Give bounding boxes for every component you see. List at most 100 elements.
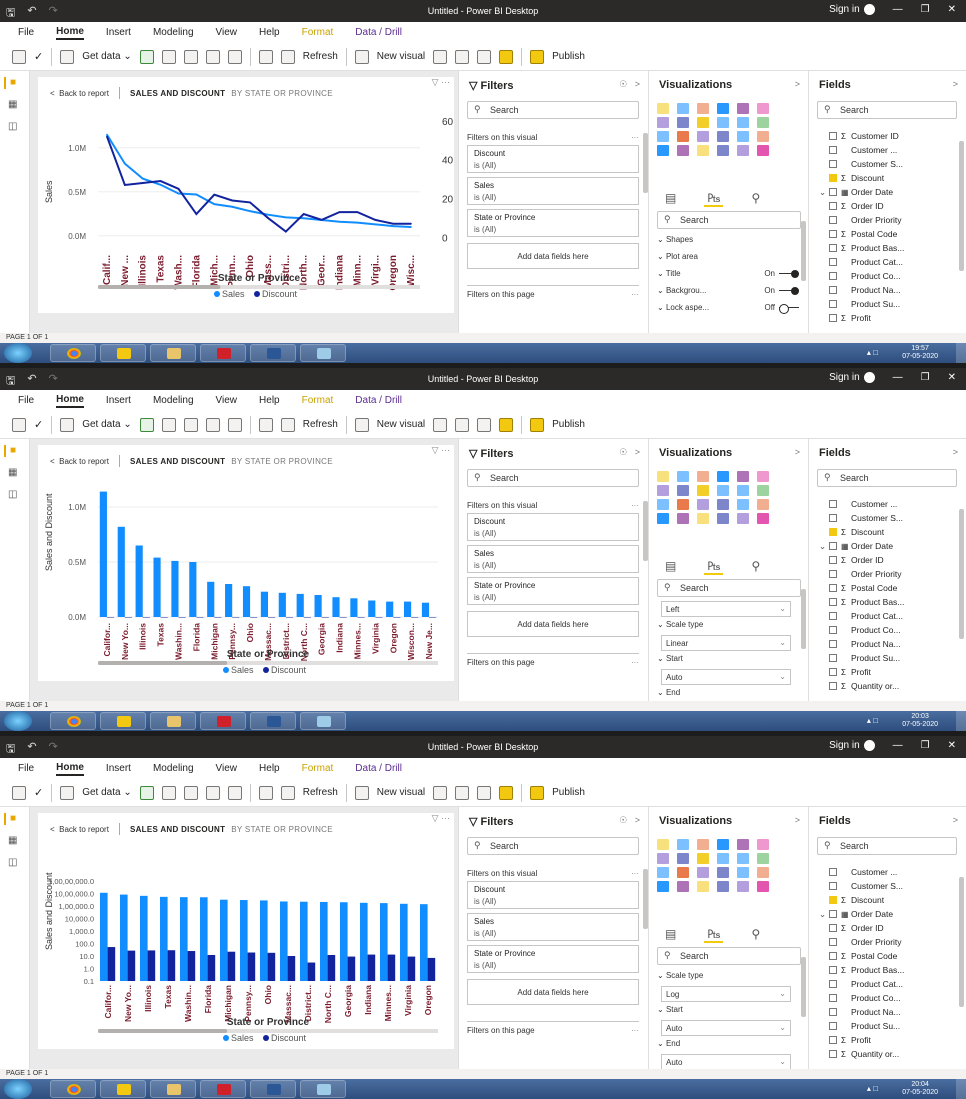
- discount-bar[interactable]: [178, 616, 186, 618]
- sales-bar[interactable]: [404, 601, 412, 617]
- visual-type-icon[interactable]: [717, 499, 729, 510]
- menu-help[interactable]: Help: [259, 395, 280, 406]
- eye-icon[interactable]: ☉: [619, 815, 627, 825]
- visual-type-icon[interactable]: [757, 513, 769, 524]
- menu-data-drill[interactable]: Data / Drill: [355, 395, 402, 406]
- discount-point[interactable]: [213, 193, 216, 196]
- discount-bar[interactable]: [196, 616, 204, 618]
- field-checkbox[interactable]: [829, 966, 837, 974]
- text-box-icon[interactable]: [433, 49, 448, 64]
- field-checkbox[interactable]: [829, 640, 837, 648]
- field-item[interactable]: Product Su...: [819, 651, 904, 665]
- word-taskbar-button[interactable]: [250, 1080, 296, 1098]
- maximize-icon[interactable]: ❐: [921, 372, 930, 383]
- field-checkbox[interactable]: [829, 500, 837, 508]
- discount-point[interactable]: [302, 213, 305, 215]
- format-painter-icon[interactable]: ✓: [34, 50, 43, 63]
- field-item[interactable]: Customer ...: [819, 497, 904, 511]
- enter-data-icon[interactable]: [205, 785, 220, 800]
- sales-point[interactable]: [124, 162, 126, 165]
- new-measure-icon[interactable]: [477, 417, 492, 432]
- paste-icon[interactable]: [12, 785, 26, 800]
- field-item[interactable]: Customer S...: [819, 879, 904, 893]
- sales-bar[interactable]: [278, 592, 286, 617]
- sales-bar[interactable]: [420, 904, 428, 981]
- visual-type-icon[interactable]: [697, 471, 709, 482]
- maximize-icon[interactable]: ❐: [921, 740, 930, 751]
- filter-card[interactable]: Sales is (All): [467, 177, 639, 205]
- discount-bar[interactable]: [287, 956, 296, 981]
- field-checkbox[interactable]: [829, 528, 837, 536]
- paint-taskbar-button[interactable]: [300, 1080, 346, 1098]
- excel-icon[interactable]: [139, 417, 154, 432]
- sales-point[interactable]: [106, 133, 108, 136]
- field-item[interactable]: Product Na...: [819, 283, 904, 297]
- menu-modeling[interactable]: Modeling: [153, 27, 194, 38]
- start-button-icon[interactable]: [4, 1079, 32, 1099]
- legend-sales-label[interactable]: Sales: [231, 1033, 254, 1043]
- format-tab-icon[interactable]: ₧: [704, 927, 724, 943]
- field-item[interactable]: Customer S...: [819, 511, 904, 525]
- collapse-icon[interactable]: >: [953, 79, 958, 89]
- visual-type-icon[interactable]: [717, 867, 729, 878]
- chrome-taskbar-button[interactable]: [50, 1080, 96, 1098]
- sales-bar[interactable]: [200, 897, 208, 981]
- discount-point[interactable]: [177, 188, 180, 190]
- visual-type-icon[interactable]: [757, 131, 769, 142]
- explorer-taskbar-button[interactable]: [150, 344, 196, 362]
- menu-help[interactable]: Help: [259, 763, 280, 774]
- fields-search-input[interactable]: ⚲ Search: [817, 837, 957, 855]
- filter-card[interactable]: Sales is (All): [467, 913, 639, 941]
- sales-point[interactable]: [374, 223, 377, 226]
- sales-point[interactable]: [159, 183, 162, 186]
- fields-tab-icon[interactable]: ▤: [665, 191, 676, 207]
- visual-type-icon[interactable]: [697, 145, 709, 156]
- discount-point[interactable]: [195, 213, 198, 215]
- menu-data-drill[interactable]: Data / Drill: [355, 27, 402, 38]
- sales-bar[interactable]: [207, 581, 215, 617]
- report-view-icon[interactable]: ■: [4, 813, 18, 825]
- new-visual-button[interactable]: New visual: [377, 51, 425, 62]
- field-checkbox[interactable]: [829, 146, 837, 154]
- tray-expand-icon[interactable]: ▴ □: [867, 348, 878, 357]
- add-data-fields-dropzone[interactable]: Add data fields here: [467, 611, 639, 637]
- more-options-icon[interactable]: ···: [631, 869, 639, 878]
- paste-icon[interactable]: [12, 417, 26, 432]
- start-button-icon[interactable]: [4, 711, 32, 731]
- format-card-header[interactable]: ⌄ Title On: [657, 269, 807, 278]
- format-painter-icon[interactable]: ✓: [34, 418, 43, 431]
- field-checkbox[interactable]: [829, 980, 837, 988]
- close-icon[interactable]: ✕: [948, 740, 956, 751]
- discount-bar[interactable]: [124, 616, 132, 618]
- sales-bar[interactable]: [332, 597, 340, 617]
- discount-point[interactable]: [374, 219, 377, 221]
- field-checkbox[interactable]: [829, 896, 837, 904]
- discount-bar[interactable]: [303, 616, 311, 618]
- explorer-taskbar-button[interactable]: [150, 1080, 196, 1098]
- sql-server-icon[interactable]: [183, 785, 198, 800]
- sign-in-button[interactable]: Sign in: [829, 740, 875, 751]
- sales-bar[interactable]: [160, 896, 168, 981]
- visual-type-icon[interactable]: [677, 131, 689, 142]
- discount-point[interactable]: [320, 219, 323, 221]
- publish-button[interactable]: Publish: [552, 51, 585, 62]
- field-checkbox[interactable]: [829, 994, 837, 1002]
- discount-point[interactable]: [410, 222, 412, 225]
- paint-taskbar-button[interactable]: [300, 344, 346, 362]
- field-item[interactable]: Order Priority: [819, 567, 904, 581]
- data-view-icon[interactable]: ▦: [8, 99, 22, 111]
- chevron-down-icon[interactable]: ⌄: [819, 187, 829, 198]
- format-card-header[interactable]: ⌄ Scale type: [657, 620, 807, 629]
- toggle-switch[interactable]: On: [764, 269, 799, 278]
- clock[interactable]: 20:04 07-05-2020: [902, 1081, 938, 1097]
- field-item[interactable]: Σ Product Bas...: [819, 241, 904, 255]
- visual-type-icon[interactable]: [677, 145, 689, 156]
- field-checkbox[interactable]: [829, 626, 837, 634]
- discount-bar[interactable]: [247, 952, 256, 981]
- toggle-switch[interactable]: Off: [764, 303, 799, 314]
- visual-type-icon[interactable]: [717, 117, 729, 128]
- format-card-header[interactable]: ⌄ Lock aspe... Off: [657, 303, 807, 314]
- power-bi-datasets-icon[interactable]: [161, 49, 176, 64]
- menu-modeling[interactable]: Modeling: [153, 395, 194, 406]
- visual-type-icon[interactable]: [757, 499, 769, 510]
